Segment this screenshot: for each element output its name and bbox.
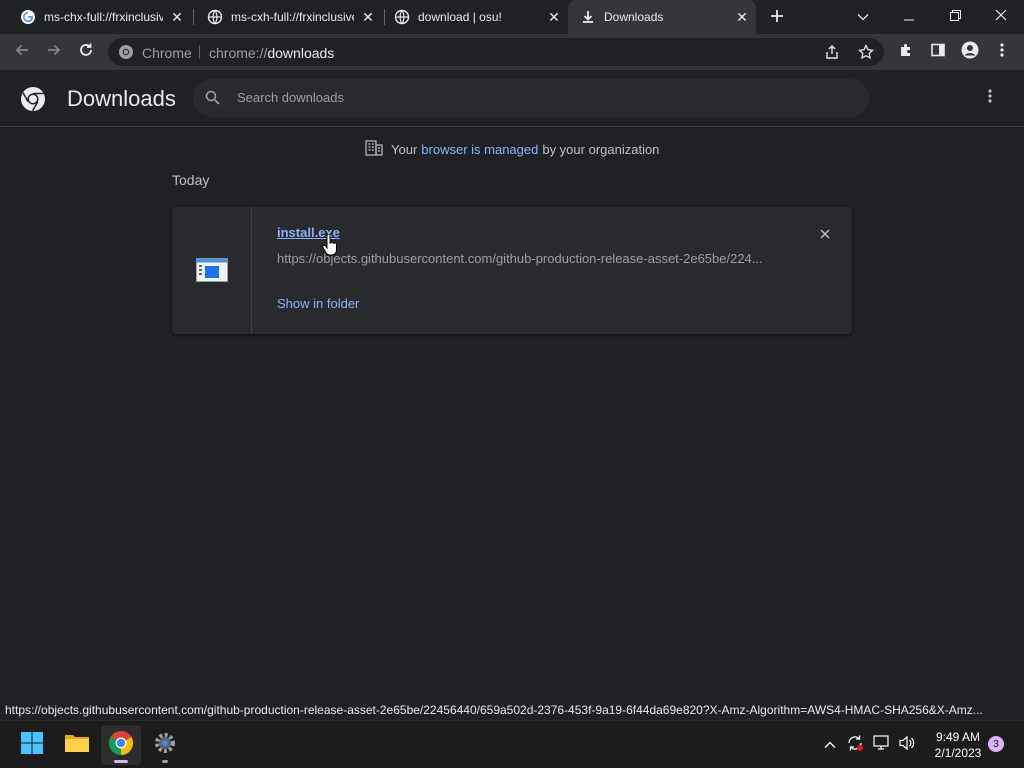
exe-file-icon (196, 258, 228, 287)
search-placeholder: Search downloads (237, 90, 344, 105)
forward-button[interactable] (40, 38, 68, 66)
tab-title: ms-chx-full://frxinclusive (44, 10, 163, 24)
tab-title: Downloads (604, 10, 664, 24)
url-text: chrome://downloads (209, 45, 334, 61)
side-panel-icon (930, 42, 946, 63)
new-tab-button[interactable] (766, 7, 788, 29)
minimize-icon (904, 8, 914, 26)
side-panel-button[interactable] (924, 38, 952, 66)
search-downloads-input[interactable]: Search downloads (193, 79, 869, 117)
close-tab-icon[interactable]: ✕ (734, 9, 750, 25)
page-title: Downloads (67, 86, 176, 111)
windows-logo-icon (20, 731, 44, 760)
tab-strip: ms-chx-full://frxinclusive ✕ ms-cxh-full… (0, 0, 1024, 34)
close-tab-icon[interactable]: ✕ (169, 9, 185, 25)
clock-time: 9:49 AM (935, 730, 981, 744)
chrome-taskbar-button[interactable] (101, 725, 141, 765)
hand-cursor-icon (322, 233, 338, 261)
file-icon-column (172, 207, 252, 334)
chevron-down-icon (857, 8, 869, 26)
start-button[interactable] (12, 725, 52, 765)
tab-separator (193, 9, 194, 25)
share-icon[interactable] (824, 44, 840, 65)
site-chip-label: Chrome (142, 45, 192, 61)
arrow-right-icon (46, 42, 62, 63)
reload-button[interactable] (72, 38, 100, 66)
tab-search-button[interactable] (840, 0, 886, 34)
close-icon (820, 226, 830, 244)
url-host: downloads (267, 45, 335, 61)
restore-icon (949, 8, 961, 26)
gear-icon (153, 731, 177, 760)
close-tab-icon[interactable]: ✕ (546, 9, 562, 25)
managed-text-prefix: Your (391, 141, 418, 157)
close-tab-icon[interactable]: ✕ (360, 9, 376, 25)
volume-tray-icon[interactable] (897, 735, 917, 755)
notification-badge[interactable]: 3 (988, 736, 1004, 752)
remove-download-button[interactable] (815, 225, 835, 245)
running-indicator (162, 760, 168, 763)
speaker-icon (898, 735, 916, 756)
url-scheme: chrome:// (209, 45, 268, 61)
date-section-heading: Today (172, 172, 210, 188)
folder-icon (64, 732, 90, 759)
file-explorer-button[interactable] (57, 725, 97, 765)
address-bar[interactable]: Chrome chrome://downloads (108, 38, 884, 66)
close-icon (995, 8, 1007, 26)
network-icon (873, 734, 891, 756)
network-tray-icon[interactable] (872, 734, 892, 756)
downloads-menu-button[interactable] (978, 84, 1002, 112)
browser-toolbar: Chrome chrome://downloads (0, 34, 1024, 70)
sync-icon (846, 734, 864, 757)
divider (199, 45, 200, 59)
chevron-up-icon (824, 736, 836, 754)
plus-icon (770, 9, 784, 28)
active-indicator (114, 760, 128, 763)
windows-taskbar: 9:49 AM 2/1/2023 3 (0, 720, 1024, 768)
link-status-bubble: https://objects.githubusercontent.com/gi… (0, 700, 994, 720)
minimize-button[interactable] (886, 0, 932, 34)
sync-tray-icon[interactable] (845, 735, 865, 755)
tab-3[interactable]: download | osu! ✕ (382, 0, 568, 34)
show-in-folder-link[interactable]: Show in folder (277, 296, 359, 311)
tab-1[interactable]: ms-chx-full://frxinclusive ✕ (8, 0, 191, 34)
clock-date: 2/1/2023 (934, 746, 982, 760)
tab-title: download | osu! (418, 10, 502, 24)
bookmark-star-icon[interactable] (858, 43, 874, 65)
arrow-left-icon (14, 42, 30, 63)
download-icon (580, 9, 596, 25)
restore-button[interactable] (932, 0, 978, 34)
chrome-logo-icon (20, 86, 46, 117)
globe-icon (394, 9, 410, 25)
downloads-header: Downloads Search downloads (0, 70, 1024, 127)
close-window-button[interactable] (978, 0, 1024, 34)
show-hidden-icons-button[interactable] (820, 735, 840, 755)
profile-button[interactable] (956, 38, 984, 66)
download-item-card: install.exe https://objects.githubuserco… (172, 207, 852, 334)
browser-managed-link[interactable]: browser is managed (421, 142, 538, 157)
google-icon (20, 9, 36, 25)
tab-downloads[interactable]: Downloads ✕ (568, 0, 756, 34)
managed-notice: Your browser is managed by your organiza… (365, 139, 660, 159)
chrome-menu-button[interactable] (988, 38, 1016, 66)
globe-icon (207, 9, 223, 25)
taskbar-clock[interactable]: 9:49 AM 2/1/2023 (930, 729, 986, 761)
extensions-button[interactable] (892, 38, 920, 66)
chrome-icon (108, 730, 134, 761)
building-icon (365, 139, 383, 159)
puzzle-icon (898, 42, 914, 63)
back-button[interactable] (8, 38, 36, 66)
kebab-menu-icon (1000, 42, 1004, 63)
search-icon (205, 90, 220, 110)
avatar-icon (961, 41, 979, 64)
tab-2[interactable]: ms-cxh-full://frxinclusive ✕ (195, 0, 382, 34)
tab-title: ms-cxh-full://frxinclusive (231, 10, 354, 24)
managed-text-suffix: by your organization (542, 141, 660, 157)
kebab-menu-icon (988, 88, 992, 109)
settings-taskbar-button[interactable] (145, 725, 185, 765)
reload-icon (78, 42, 94, 63)
file-source-url[interactable]: https://objects.githubusercontent.com/gi… (277, 251, 777, 266)
chrome-icon (118, 44, 134, 65)
